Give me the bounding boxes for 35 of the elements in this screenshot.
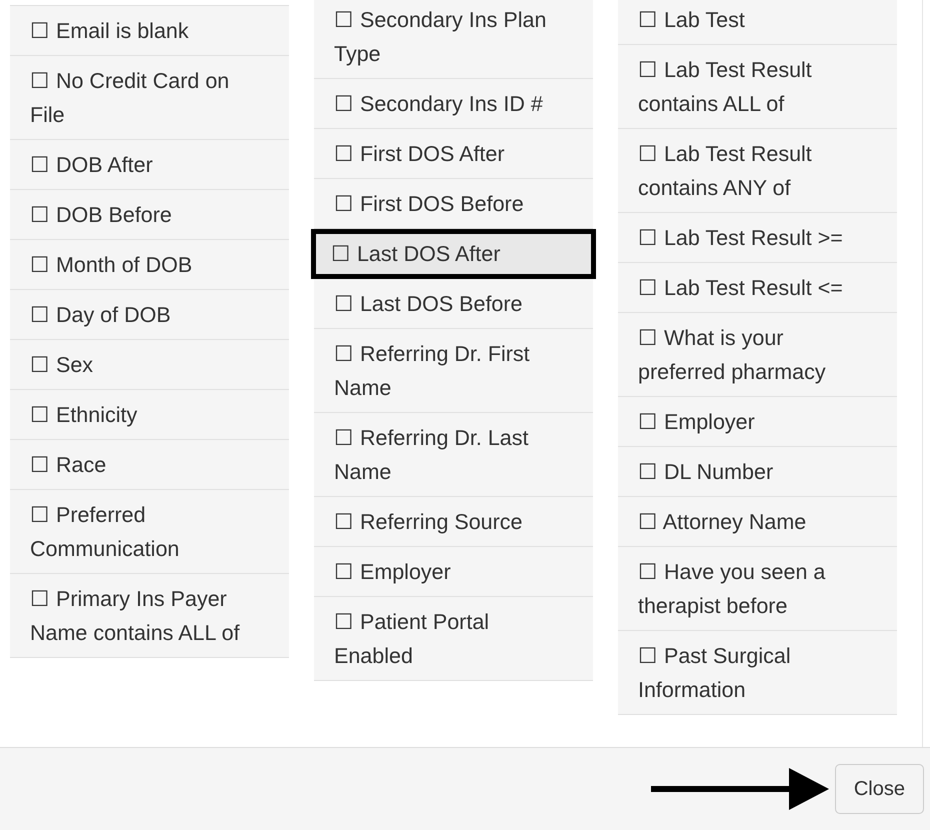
filter-option[interactable]: ☐ Patient Portal Enabled xyxy=(314,597,593,681)
filter-option[interactable]: ☐ Employer xyxy=(314,547,593,597)
filter-option[interactable]: ☐ Referring Dr. Last Name xyxy=(314,413,593,497)
filter-option[interactable]: ☐ Lab Test Result contains ALL of xyxy=(618,45,897,129)
filter-option[interactable]: ☐ Last DOS Before xyxy=(314,279,593,329)
filter-option[interactable]: ☐ DOB Before xyxy=(10,190,289,240)
filter-option[interactable]: ☐ Secondary Ins ID # xyxy=(314,79,593,129)
filter-option[interactable]: ☐ Attorney Name xyxy=(618,497,897,547)
filter-option[interactable]: ☐ Preferred Communication xyxy=(10,490,289,574)
filter-option[interactable]: ☐ Lab Test Result >= xyxy=(618,213,897,263)
filter-option[interactable]: ☐ Last DOS After xyxy=(311,229,596,279)
filter-option[interactable]: ☐ Lab Test Result <= xyxy=(618,263,897,313)
filter-option[interactable]: ☐ Lab Test Result contains ANY of xyxy=(618,129,897,213)
filter-option[interactable]: ☐ Ethnicity xyxy=(10,390,289,440)
filter-option[interactable]: ☐ Employer xyxy=(618,397,897,447)
filter-option[interactable]: ☐ Secondary Ins Plan Type xyxy=(314,0,593,79)
filter-option[interactable]: ☐ First DOS Before xyxy=(314,179,593,229)
arrow-icon xyxy=(650,768,831,810)
filter-option[interactable]: ☐ DL Number xyxy=(618,447,897,497)
filter-option[interactable]: ☐ Email is blank xyxy=(10,6,289,56)
filter-option[interactable]: ☐ What is your preferred pharmacy xyxy=(618,313,897,397)
filter-option[interactable]: ☐ DOB After xyxy=(10,140,289,190)
filter-option[interactable]: ☐ Referring Dr. First Name xyxy=(314,329,593,413)
filter-option[interactable]: ☐ Have you seen a therapist before xyxy=(618,547,897,631)
filter-option[interactable]: ☐ Race xyxy=(10,440,289,490)
filter-option[interactable]: ☐ Day of DOB xyxy=(10,290,289,340)
close-button[interactable]: Close xyxy=(834,764,924,814)
filter-option[interactable]: ☐ Month of DOB xyxy=(10,240,289,290)
filter-option[interactable]: ☐ First DOS After xyxy=(314,129,593,179)
filter-option[interactable]: ☐ Lab Test xyxy=(618,0,897,45)
filter-option[interactable]: ☐ Referring Source xyxy=(314,497,593,547)
filter-option[interactable]: ☐ Past Surgical Information xyxy=(618,631,897,715)
filter-option[interactable]: ☐ Primary Ins Payer Name contains ALL of xyxy=(10,574,289,658)
filter-option[interactable]: ☐ Sex xyxy=(10,340,289,390)
filter-option[interactable]: ☐ No Credit Card on File xyxy=(10,56,289,140)
